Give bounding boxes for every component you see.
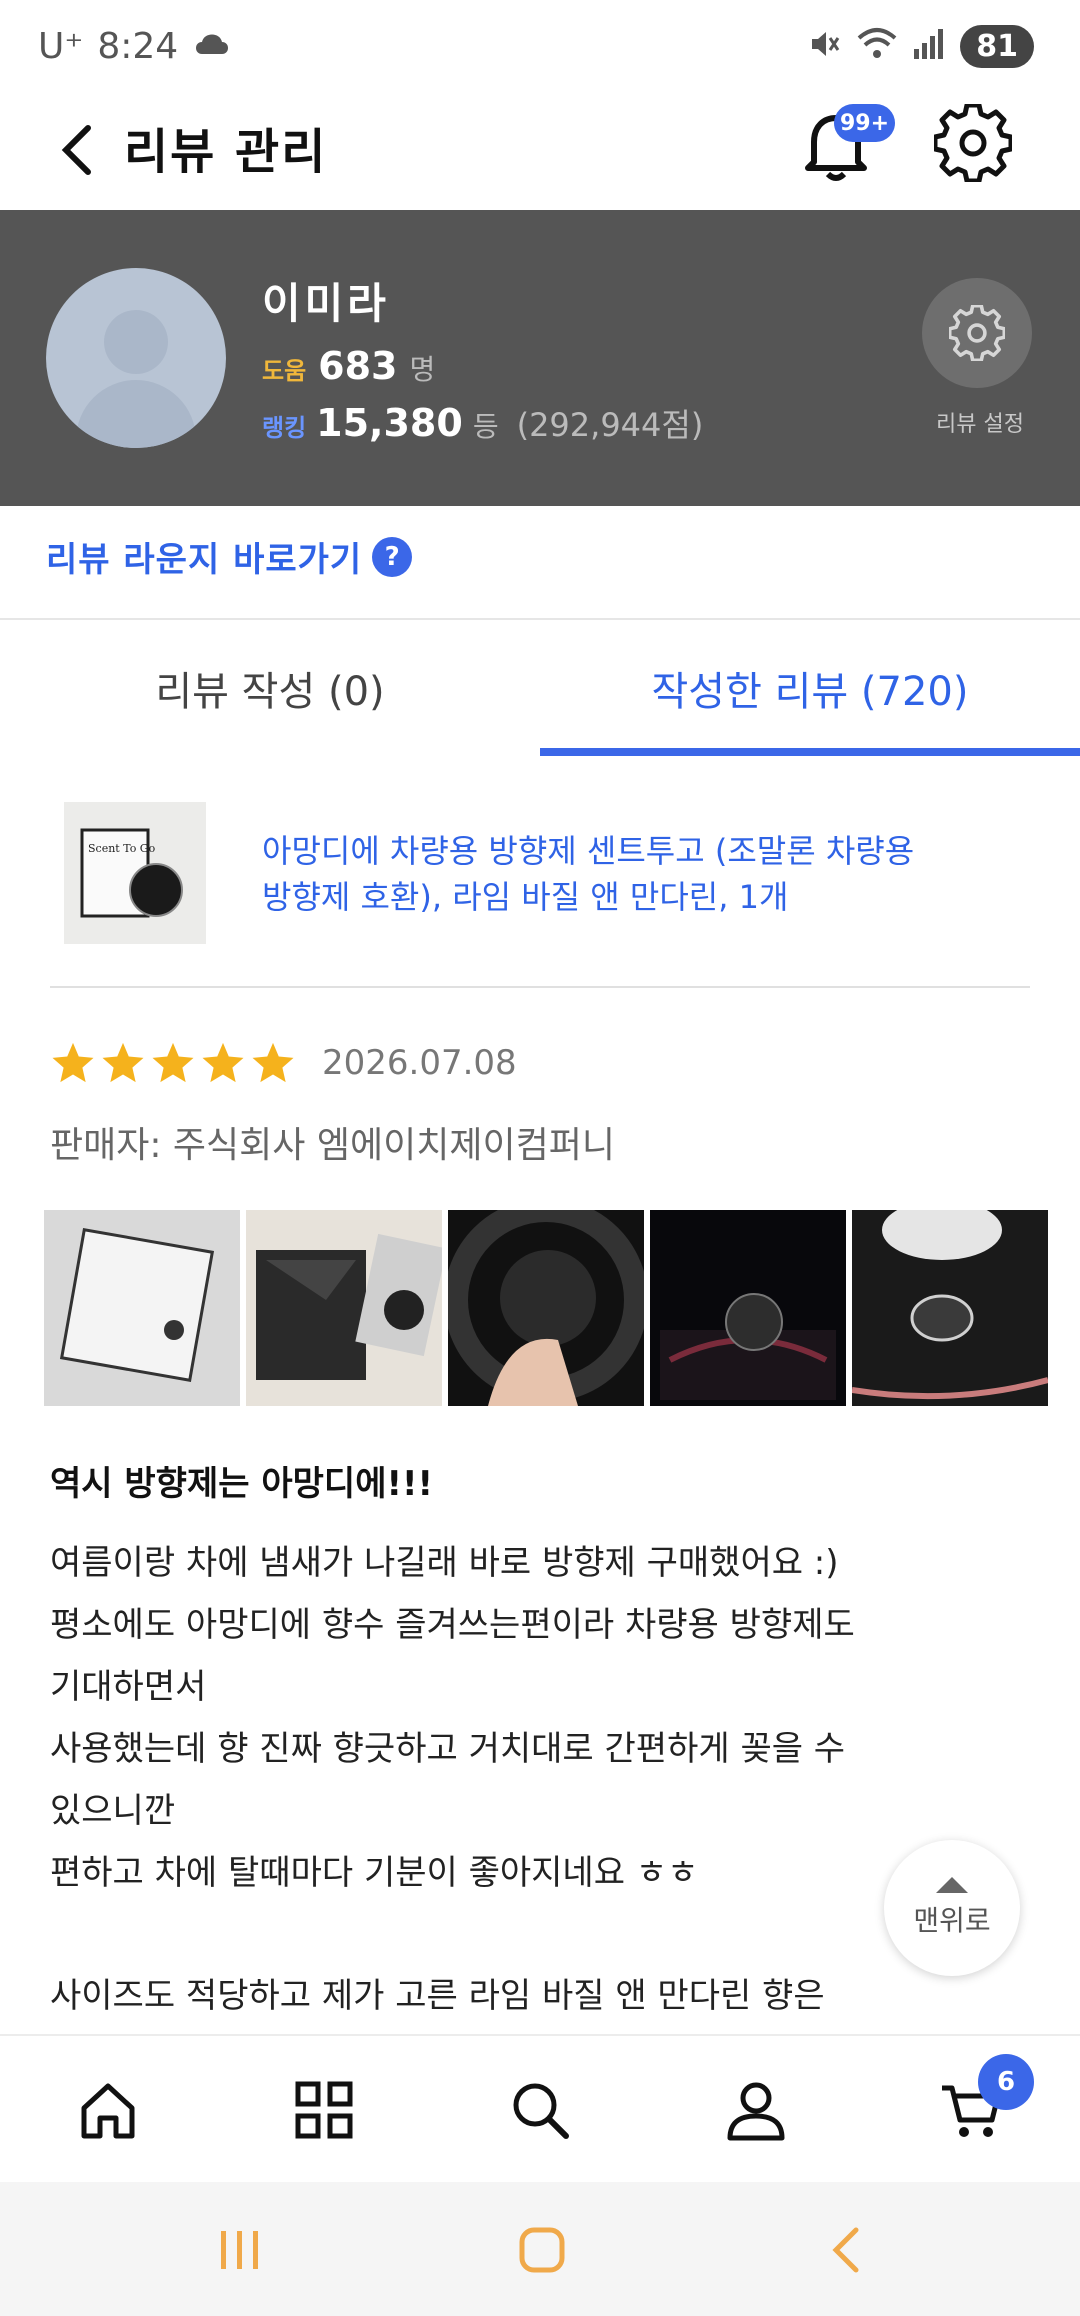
review-photo[interactable] [44,1210,240,1406]
avatar [46,268,226,448]
gear-icon [949,305,1005,361]
product-title-line2: 방향제 호환), 라임 바질 앤 만다린, 1개 [262,878,789,916]
review-headline: 역시 방향제는 아망디에!!! [50,1464,433,1504]
divider [50,986,1030,988]
chevron-left-icon [61,125,91,175]
system-navigation [0,2182,1080,2316]
recent-apps-button[interactable] [208,2218,272,2282]
settings-button[interactable] [932,102,1014,184]
back-button[interactable] [40,114,112,186]
home-system-button[interactable] [510,2218,574,2282]
battery-indicator: 81 [960,24,1034,68]
avatar-body-shape [76,380,196,448]
profile-section: 이미라 도움 683 명 랭킹 15,380 등 (292,944점) 리뷰 설… [0,210,1080,506]
review-settings-label: 리뷰 설정 [936,412,1024,437]
signal-icon [912,27,946,65]
review-lounge-label: 리뷰 라운지 바로가기 [46,540,363,580]
bottom-navigation: 6 [0,2034,1080,2182]
star-icon [152,1042,194,1083]
rank-value: 15,380 [316,401,463,445]
grid-icon [295,2081,353,2139]
carrier-label: U⁺ [38,25,84,67]
product-thumbnail[interactable]: Scent To Go [64,802,206,944]
review-body: 여름이랑 차에 냄새가 나길래 바로 방향제 구매했어요 :) 평소에도 아망디… [50,1532,990,1904]
scroll-to-top-label: 맨위로 [913,1904,991,1937]
cloud-icon [192,26,232,67]
cart-badge: 6 [978,2054,1034,2110]
app-header: 리뷰 관리 99+ [0,92,1080,210]
chevron-left-icon [832,2227,859,2273]
review-line: 평소에도 아망디에 향수 즐겨쓰는편이라 차량용 방향제도 [50,1605,855,1645]
star-icon [202,1042,244,1083]
clock: 8:24 [97,25,179,67]
review-line: 사용했는데 향 진짜 향긋하고 거치대로 간편하게 꽂을 수 [50,1729,846,1769]
review-line: 여름이랑 차에 냄새가 나길래 바로 방향제 구매했어요 :) [50,1543,839,1583]
rank-label: 랭킹 [262,414,307,442]
nav-my-page[interactable] [718,2072,794,2148]
search-icon [513,2083,569,2139]
scroll-to-top-button[interactable]: 맨위로 [884,1840,1020,1976]
mute-icon [806,26,842,66]
page-title: 리뷰 관리 [124,124,328,180]
rating-row: 2026.07.08 [50,1040,517,1086]
help-label: 도움 [262,357,307,385]
nav-home[interactable] [70,2072,146,2148]
help-unit: 명 [409,353,436,386]
profile-name: 이미라 [262,279,390,328]
back-system-button[interactable] [814,2218,878,2282]
review-photo[interactable] [448,1210,644,1406]
review-line: 있으니깐 [50,1791,176,1831]
review-photo[interactable] [852,1210,1048,1406]
review-settings-button[interactable] [922,278,1032,388]
product-thumb-text: Scent To Go [88,842,156,855]
review-photo[interactable] [650,1210,846,1406]
nav-search[interactable] [502,2072,578,2148]
review-date: 2026.07.08 [322,1043,517,1083]
tab-written-reviews[interactable]: 작성한 리뷰 (720) [540,620,1080,756]
review-tabs: 리뷰 작성 (0) 작성한 리뷰 (720) [0,620,1080,756]
question-icon[interactable]: ? [372,536,413,577]
review-lounge-link[interactable]: 리뷰 라운지 바로가기 ? [46,532,413,581]
active-tab-indicator [540,748,1080,756]
product-info[interactable]: Scent To Go 아망디에 차량용 방향제 센트투고 (조말론 차량용 방… [0,756,1080,986]
review-photos [44,1210,1080,1406]
notification-badge: 99+ [834,104,896,142]
home-square-icon [519,2227,565,2273]
status-bar: U⁺ 8:24 81 [0,0,1080,92]
nav-cart[interactable]: 6 [934,2054,1034,2148]
rank-row: 랭킹 15,380 등 (292,944점) [262,400,703,446]
help-count: 683 [318,344,398,388]
status-left: U⁺ 8:24 [38,26,232,67]
star-icon [102,1042,144,1083]
status-right: 81 [806,24,1034,68]
tab-write-review[interactable]: 리뷰 작성 (0) [0,620,540,756]
recent-apps-icon [221,2231,258,2269]
rank-points: (292,944점) [516,406,704,444]
review-line: 사이즈도 적당하고 제가 고른 라임 바질 앤 만다린 향은 [50,1976,825,2016]
review-line: 편하고 차에 탈때마다 기분이 좋아지네요 ㅎㅎ [50,1853,699,1893]
review-photo[interactable] [246,1210,442,1406]
avatar-head-shape [104,310,168,374]
star-rating [50,1040,296,1086]
rank-unit: 등 [472,410,499,443]
home-icon [81,2083,135,2139]
wifi-icon [856,26,898,66]
product-title-line1: 아망디에 차량용 방향제 센트투고 (조말론 차량용 [262,832,915,870]
help-count-row: 도움 683 명 [262,344,435,388]
user-icon [727,2082,785,2141]
product-title[interactable]: 아망디에 차량용 방향제 센트투고 (조말론 차량용 방향제 호환), 라임 바… [262,828,1022,920]
gear-icon [932,102,1014,184]
star-icon [252,1042,294,1083]
arrow-up-icon [936,1877,968,1893]
nav-categories[interactable] [286,2072,362,2148]
review-line: 기대하면서 [50,1667,207,1707]
seller-name: 판매자: 주식회사 엠에이치제이컴퍼니 [50,1125,615,1166]
star-icon [52,1042,94,1083]
notification-button[interactable]: 99+ [800,104,896,186]
